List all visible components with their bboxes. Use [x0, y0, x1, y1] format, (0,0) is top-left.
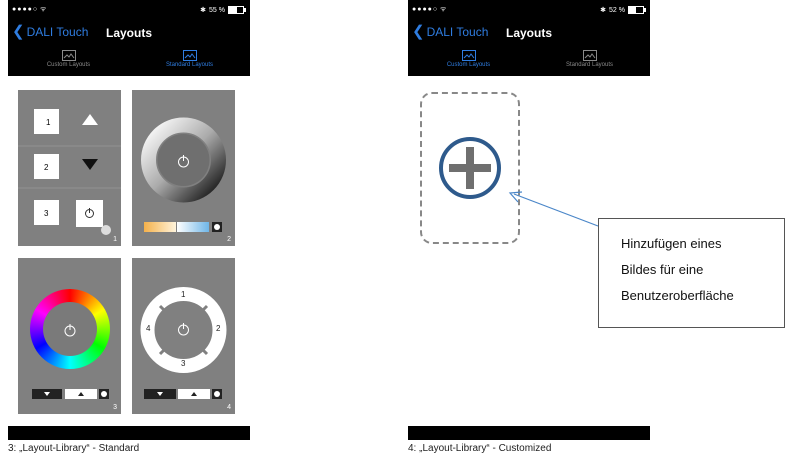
tab-bar: Custom Layouts Standard Layouts — [8, 46, 250, 76]
tab-custom-layouts[interactable]: Custom Layouts — [408, 46, 529, 76]
image-icon — [61, 50, 76, 61]
power-button — [76, 200, 103, 227]
image-icon — [182, 50, 197, 61]
cool-white-button — [177, 222, 209, 232]
bluetooth-icon: ✱ — [600, 7, 607, 14]
button-label-1: 1 — [46, 118, 51, 127]
caption-right: 4: „Layout-Library“ - Customized — [408, 443, 552, 454]
bulb-icon — [101, 225, 111, 235]
tile-number: 1 — [113, 236, 117, 243]
wifi-icon: ᯤ — [40, 6, 47, 13]
callout-line-2: Bildes für eine — [621, 262, 704, 277]
image-icon — [461, 50, 476, 61]
button-label-2: 2 — [44, 163, 49, 172]
callout-line-3: Benutzeroberfläche — [621, 288, 734, 303]
layout-tile-2[interactable]: 2 — [132, 90, 235, 246]
layout-tile-1[interactable]: 1 2 3 1 — [18, 90, 121, 246]
bluetooth-icon: ✱ — [200, 7, 207, 14]
zone-label-3: 3 — [181, 359, 186, 368]
zone-ring — [140, 287, 227, 373]
battery-percent: 52 % — [609, 6, 625, 14]
bulb-icon — [214, 224, 220, 230]
battery-icon — [628, 6, 646, 14]
tile-number: 2 — [227, 236, 231, 243]
wifi-icon: ᯤ — [440, 6, 447, 13]
bottom-bar — [408, 426, 650, 440]
signal-indicator: ●●●●○ — [412, 6, 439, 13]
tab-label: Custom Layouts — [446, 62, 491, 68]
tab-custom-layouts[interactable]: Custom Layouts — [8, 46, 129, 76]
tile-number: 3 — [113, 404, 117, 411]
signal-indicator: ●●●●○ — [12, 6, 39, 13]
down-arrow-icon — [82, 159, 98, 170]
battery-percent: 55 % — [209, 6, 225, 14]
zone-label-1: 1 — [181, 290, 186, 299]
nav-bar: ❮ DALI Touch Layouts — [408, 20, 650, 46]
bottom-bar — [8, 426, 250, 440]
zone-label-4: 4 — [146, 324, 151, 333]
add-layout-button[interactable] — [420, 92, 520, 244]
callout-line-1: Hinzufügen eines — [621, 236, 722, 251]
tab-standard-layouts[interactable]: Standard Layouts — [129, 46, 250, 76]
tile-number: 4 — [227, 404, 231, 411]
left-phone-screen: ●●●●○ ᯤ ✱ 55 % ❮ DALI Touch Layouts Cust… — [8, 0, 250, 440]
page-title: Layouts — [505, 26, 552, 40]
page-title: Layouts — [105, 26, 152, 40]
warm-white-button — [144, 222, 176, 232]
tab-label: Standard Layouts — [165, 62, 214, 68]
button-label-3: 3 — [44, 209, 49, 218]
tab-label: Custom Layouts — [46, 62, 91, 68]
bulb-icon — [101, 391, 107, 397]
status-bar: ●●●●○ ᯤ ✱ 52 % — [408, 0, 650, 20]
up-arrow-icon — [82, 114, 98, 125]
nav-bar: ❮ DALI Touch Layouts — [8, 20, 250, 46]
layout-tile-3[interactable]: 3 — [18, 258, 121, 414]
tab-bar: Custom Layouts Standard Layouts — [408, 46, 650, 76]
tab-label: Standard Layouts — [565, 62, 614, 68]
annotation-callout: Hinzufügen eines Bildes für eine Benutze… — [598, 218, 785, 328]
status-bar: ●●●●○ ᯤ ✱ 55 % — [8, 0, 250, 20]
bulb-icon — [214, 391, 220, 397]
zone-label-2: 2 — [216, 324, 221, 333]
caption-left: 3: „Layout-Library“ - Standard — [8, 443, 140, 454]
image-icon — [582, 50, 597, 61]
battery-icon — [228, 6, 246, 14]
layout-tile-4[interactable]: 1 2 3 4 4 — [132, 258, 235, 414]
tab-standard-layouts[interactable]: Standard Layouts — [529, 46, 650, 76]
